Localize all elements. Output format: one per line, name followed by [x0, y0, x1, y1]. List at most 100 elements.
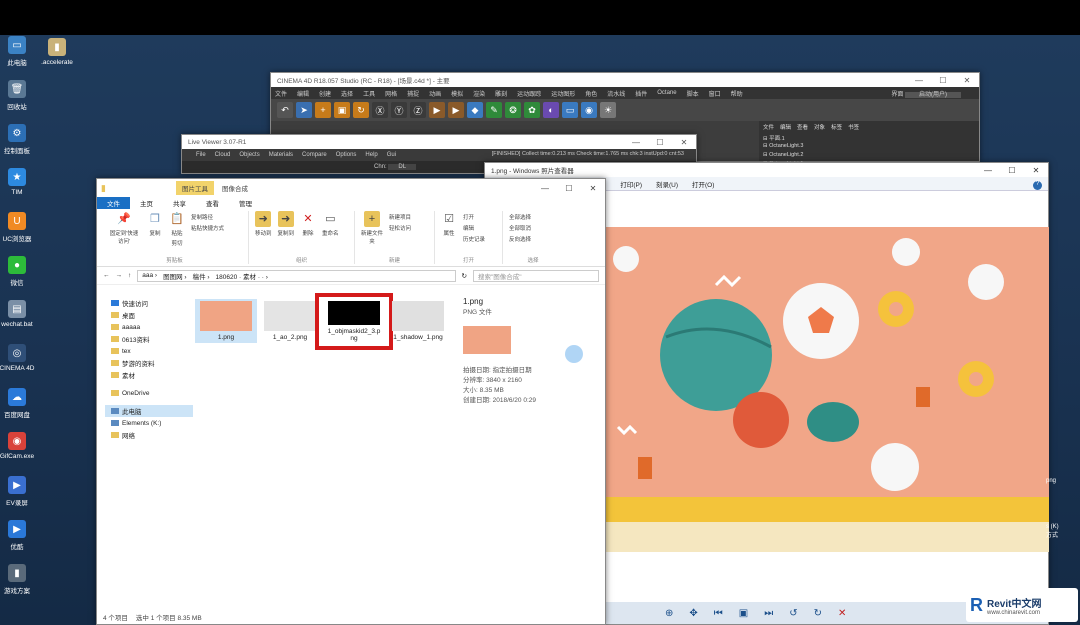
- interface-selector[interactable]: 界面 启动(用户): [891, 89, 961, 98]
- ribbon-tab[interactable]: 文件: [97, 197, 130, 209]
- ribbon-tab[interactable]: 主页: [130, 197, 163, 209]
- desktop-icon[interactable]: ▮ 游戏方案: [0, 564, 52, 595]
- refresh-icon[interactable]: ↻: [462, 272, 467, 280]
- close-icon[interactable]: ✕: [955, 76, 979, 85]
- menu-item[interactable]: Help: [365, 152, 377, 158]
- menu-item[interactable]: File: [196, 152, 206, 158]
- ribbon-tab[interactable]: 查看: [196, 197, 229, 209]
- accelerate-folder[interactable]: ▮ .accelerate: [22, 38, 92, 66]
- nav-item[interactable]: Elements (K:): [105, 417, 193, 429]
- breadcrumb-item[interactable]: 180620 · 素材 · · ›: [216, 271, 268, 281]
- select-icon[interactable]: ➤: [296, 102, 312, 118]
- object-row[interactable]: ⊟ OctaneLight.3: [763, 143, 975, 152]
- menu-item[interactable]: 工具: [363, 89, 375, 98]
- breadcrumb-item[interactable]: aaa ›: [142, 272, 157, 279]
- desktop-icon[interactable]: ▶ EV录屏: [0, 476, 52, 507]
- menu-item[interactable]: 运动图形: [551, 89, 575, 98]
- minimize-icon[interactable]: —: [533, 184, 557, 193]
- minimize-icon[interactable]: —: [624, 138, 648, 147]
- array-icon[interactable]: ✿: [524, 102, 540, 118]
- menu-item[interactable]: 运动跟踪: [517, 89, 541, 98]
- desktop-icon[interactable]: ◉ GifCam.exe: [0, 432, 52, 460]
- breadcrumb-item[interactable]: 图图网 ›: [163, 271, 186, 281]
- file-item-highlighted[interactable]: 1_objmaskid2_3.png: [315, 293, 393, 350]
- scale-icon[interactable]: ▣: [334, 102, 350, 118]
- edit-button[interactable]: 编辑: [463, 224, 485, 232]
- nav-item[interactable]: aaaaa: [105, 321, 193, 333]
- close-icon[interactable]: ✕: [672, 138, 696, 147]
- desktop-icon[interactable]: ◎ CINEMA 4D: [0, 344, 52, 372]
- desktop-icon[interactable]: U UC浏览器: [0, 212, 52, 243]
- menu-item[interactable]: 模拟: [451, 89, 463, 98]
- menu-item[interactable]: 选择: [341, 89, 353, 98]
- address-bar[interactable]: aaa › 图图网 › 稿件 › 180620 · 素材 · · ›: [137, 269, 456, 282]
- file-explorer-window[interactable]: ▮ 图片工具 图像合成 — ☐ ✕ 文件 主页 共享 查看 管理 📌 固定到'快速访问' ❐ 复…: [96, 178, 606, 625]
- menu-item[interactable]: 书签: [848, 123, 859, 131]
- menu-item[interactable]: 窗口: [709, 89, 721, 98]
- desktop-icon[interactable]: ☁ 百度网盘: [0, 388, 52, 419]
- lv-channel[interactable]: Chn: DL: [374, 164, 417, 170]
- menu-item[interactable]: 脚本: [687, 89, 699, 98]
- new-item-button[interactable]: 新建项目: [389, 213, 411, 221]
- desktop-icon[interactable]: ▤ wechat.bat: [0, 300, 52, 328]
- menu-item[interactable]: 捕捉: [407, 89, 419, 98]
- nav-item[interactable]: 网络: [105, 429, 193, 441]
- nav-item[interactable]: 桌面: [105, 309, 193, 321]
- fit-icon[interactable]: ✥: [689, 608, 697, 619]
- scene-icon[interactable]: ▭: [562, 102, 578, 118]
- undo-icon[interactable]: ↶: [277, 102, 293, 118]
- object-row[interactable]: ⊟ 平面.1: [763, 134, 975, 143]
- help-icon[interactable]: ?: [1033, 181, 1042, 190]
- cube-icon[interactable]: ◆: [467, 102, 483, 118]
- ribbon-tab[interactable]: 共享: [163, 197, 196, 209]
- ribbon-tab[interactable]: 管理: [229, 197, 262, 209]
- menu-item[interactable]: 插件: [635, 89, 647, 98]
- minimize-icon[interactable]: —: [907, 76, 931, 85]
- move-icon[interactable]: +: [315, 102, 331, 118]
- close-icon[interactable]: ✕: [1024, 166, 1048, 175]
- menu-item[interactable]: Gui: [387, 152, 396, 158]
- render-view-icon[interactable]: ▶: [448, 102, 464, 118]
- paste-shortcut-button[interactable]: 粘贴快捷方式: [191, 224, 224, 232]
- desktop-icon[interactable]: ★ TIM: [0, 168, 52, 196]
- menu-item[interactable]: 编辑: [297, 89, 309, 98]
- select-all-button[interactable]: 全部选择: [509, 213, 531, 221]
- menu-item[interactable]: 雕刻: [495, 89, 507, 98]
- maximize-icon[interactable]: ☐: [648, 138, 672, 147]
- rotate-icon[interactable]: ↻: [353, 102, 369, 118]
- desktop-icon[interactable]: ⚙ 控制面板: [0, 124, 52, 155]
- menu-item[interactable]: 刻录(U): [656, 179, 678, 189]
- nurbs-icon[interactable]: ❂: [505, 102, 521, 118]
- maximize-icon[interactable]: ☐: [557, 184, 581, 193]
- maximize-icon[interactable]: ☐: [931, 76, 955, 85]
- menu-item[interactable]: Objects: [239, 152, 259, 158]
- file-item[interactable]: 1_shadow_1.png: [387, 301, 449, 341]
- invert-selection-button[interactable]: 反向选择: [509, 235, 531, 243]
- x-axis-icon[interactable]: Ⓧ: [372, 102, 388, 118]
- file-item[interactable]: 1_ao_2.png: [259, 301, 321, 341]
- menu-item[interactable]: 查看: [797, 123, 808, 131]
- nav-item[interactable]: OneDrive: [105, 387, 193, 399]
- menu-item[interactable]: 流水线: [607, 89, 625, 98]
- up-icon[interactable]: ↑: [128, 272, 131, 279]
- nav-item[interactable]: 梦游的资料: [105, 357, 193, 369]
- history-button[interactable]: 历史记录: [463, 235, 485, 243]
- easy-access-button[interactable]: 轻松访问: [389, 224, 411, 232]
- close-icon[interactable]: ✕: [581, 184, 605, 193]
- nav-item[interactable]: 素材: [105, 369, 193, 381]
- menu-item[interactable]: 打印(P): [620, 179, 642, 189]
- maximize-icon[interactable]: ☐: [1000, 166, 1024, 175]
- menu-item[interactable]: Materials: [269, 152, 293, 158]
- minimize-icon[interactable]: —: [976, 166, 1000, 175]
- menu-item[interactable]: 标签: [831, 123, 842, 131]
- menu-item[interactable]: 渲染: [473, 89, 485, 98]
- previous-icon[interactable]: ⏮: [714, 608, 723, 619]
- search-input[interactable]: 搜索"图像合成": [473, 269, 599, 282]
- object-row[interactable]: ⊟ OctaneLight.2: [763, 152, 975, 161]
- menu-item[interactable]: 编辑: [780, 123, 791, 131]
- nav-item[interactable]: 此电脑: [105, 405, 193, 417]
- nav-item[interactable]: 0613资料: [105, 333, 193, 345]
- rotate-right-icon[interactable]: ↻: [814, 608, 822, 619]
- open-button[interactable]: 打开: [463, 213, 485, 221]
- y-axis-icon[interactable]: Ⓨ: [391, 102, 407, 118]
